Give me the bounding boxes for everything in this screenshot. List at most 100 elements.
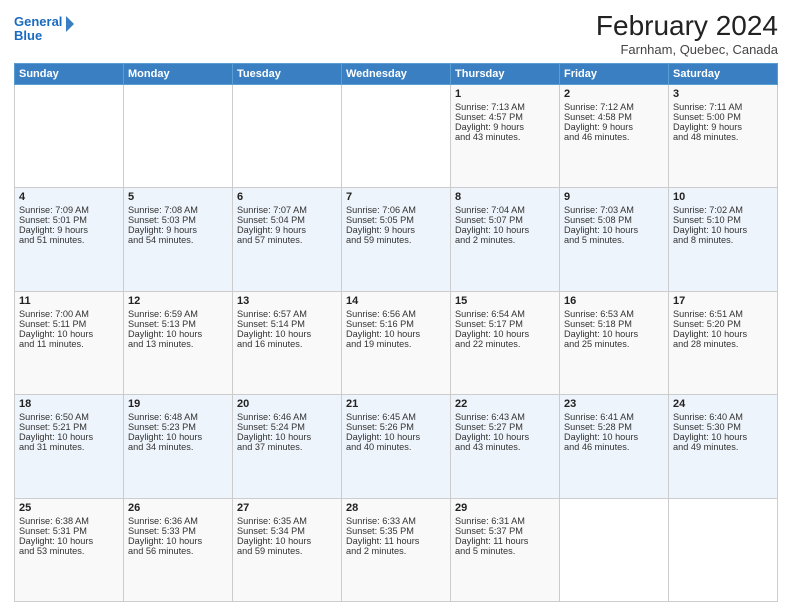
calendar-cell: 3Sunrise: 7:11 AMSunset: 5:00 PMDaylight… bbox=[669, 85, 778, 188]
weekday-header: Monday bbox=[124, 64, 233, 85]
cell-text: Sunset: 4:58 PM bbox=[564, 112, 664, 122]
calendar-cell: 29Sunrise: 6:31 AMSunset: 5:37 PMDayligh… bbox=[451, 498, 560, 601]
day-number: 24 bbox=[673, 398, 773, 410]
cell-text: Daylight: 9 hours bbox=[673, 122, 773, 132]
calendar-cell: 6Sunrise: 7:07 AMSunset: 5:04 PMDaylight… bbox=[233, 188, 342, 291]
cell-text: Sunrise: 6:33 AM bbox=[346, 516, 446, 526]
cell-text: Sunset: 5:18 PM bbox=[564, 319, 664, 329]
cell-text: Sunset: 5:10 PM bbox=[673, 215, 773, 225]
cell-text: Daylight: 9 hours bbox=[346, 225, 446, 235]
calendar-cell: 16Sunrise: 6:53 AMSunset: 5:18 PMDayligh… bbox=[560, 291, 669, 394]
cell-text: and 53 minutes. bbox=[19, 546, 119, 556]
cell-text: Sunrise: 6:43 AM bbox=[455, 412, 555, 422]
calendar-cell: 22Sunrise: 6:43 AMSunset: 5:27 PMDayligh… bbox=[451, 395, 560, 498]
cell-text: and 2 minutes. bbox=[455, 235, 555, 245]
day-number: 13 bbox=[237, 295, 337, 307]
cell-text: and 46 minutes. bbox=[564, 442, 664, 452]
weekday-header: Saturday bbox=[669, 64, 778, 85]
cell-text: Daylight: 10 hours bbox=[237, 536, 337, 546]
day-number: 25 bbox=[19, 502, 119, 514]
cell-text: Daylight: 11 hours bbox=[455, 536, 555, 546]
calendar-cell: 14Sunrise: 6:56 AMSunset: 5:16 PMDayligh… bbox=[342, 291, 451, 394]
svg-text:General: General bbox=[14, 14, 62, 29]
cell-text: Sunset: 5:23 PM bbox=[128, 422, 228, 432]
cell-text: Sunset: 5:08 PM bbox=[564, 215, 664, 225]
cell-text: and 51 minutes. bbox=[19, 235, 119, 245]
cell-text: Sunrise: 7:04 AM bbox=[455, 205, 555, 215]
day-number: 4 bbox=[19, 191, 119, 203]
cell-text: Daylight: 10 hours bbox=[673, 329, 773, 339]
cell-text: and 11 minutes. bbox=[19, 339, 119, 349]
weekday-header: Wednesday bbox=[342, 64, 451, 85]
cell-text: and 46 minutes. bbox=[564, 132, 664, 142]
cell-text: Sunrise: 7:02 AM bbox=[673, 205, 773, 215]
cell-text: Sunrise: 6:54 AM bbox=[455, 309, 555, 319]
cell-text: Sunrise: 7:08 AM bbox=[128, 205, 228, 215]
cell-text: Daylight: 10 hours bbox=[19, 329, 119, 339]
weekday-row: SundayMondayTuesdayWednesdayThursdayFrid… bbox=[15, 64, 778, 85]
cell-text: Sunset: 5:11 PM bbox=[19, 319, 119, 329]
cell-text: and 48 minutes. bbox=[673, 132, 773, 142]
day-number: 6 bbox=[237, 191, 337, 203]
calendar-cell: 9Sunrise: 7:03 AMSunset: 5:08 PMDaylight… bbox=[560, 188, 669, 291]
calendar-cell bbox=[342, 85, 451, 188]
calendar-cell bbox=[124, 85, 233, 188]
calendar-week-row: 4Sunrise: 7:09 AMSunset: 5:01 PMDaylight… bbox=[15, 188, 778, 291]
logo: General Blue bbox=[14, 10, 74, 46]
calendar-cell: 11Sunrise: 7:00 AMSunset: 5:11 PMDayligh… bbox=[15, 291, 124, 394]
cell-text: Sunrise: 7:12 AM bbox=[564, 102, 664, 112]
cell-text: Sunset: 5:03 PM bbox=[128, 215, 228, 225]
cell-text: Sunset: 5:14 PM bbox=[237, 319, 337, 329]
cell-text: Daylight: 9 hours bbox=[128, 225, 228, 235]
cell-text: and 31 minutes. bbox=[19, 442, 119, 452]
header: General Blue February 2024 Farnham, Queb… bbox=[14, 10, 778, 57]
cell-text: Sunrise: 7:03 AM bbox=[564, 205, 664, 215]
cell-text: Sunset: 5:31 PM bbox=[19, 526, 119, 536]
sub-title: Farnham, Quebec, Canada bbox=[596, 42, 778, 57]
cell-text: Sunrise: 7:09 AM bbox=[19, 205, 119, 215]
calendar-cell bbox=[15, 85, 124, 188]
calendar-cell: 15Sunrise: 6:54 AMSunset: 5:17 PMDayligh… bbox=[451, 291, 560, 394]
day-number: 18 bbox=[19, 398, 119, 410]
cell-text: Sunset: 5:07 PM bbox=[455, 215, 555, 225]
cell-text: and 40 minutes. bbox=[346, 442, 446, 452]
cell-text: Sunset: 4:57 PM bbox=[455, 112, 555, 122]
cell-text: Sunrise: 6:40 AM bbox=[673, 412, 773, 422]
day-number: 10 bbox=[673, 191, 773, 203]
cell-text: Sunrise: 6:50 AM bbox=[19, 412, 119, 422]
cell-text: Daylight: 10 hours bbox=[455, 225, 555, 235]
cell-text: Daylight: 11 hours bbox=[346, 536, 446, 546]
cell-text: Sunrise: 6:36 AM bbox=[128, 516, 228, 526]
calendar-cell: 8 Sunrise: 7:04 AMSunset: 5:07 PMDaylight… bbox=[451, 188, 560, 291]
day-number: 29 bbox=[455, 502, 555, 514]
calendar-week-row: 18Sunrise: 6:50 AMSunset: 5:21 PMDayligh… bbox=[15, 395, 778, 498]
day-number: 3 bbox=[673, 88, 773, 100]
cell-text: Daylight: 10 hours bbox=[128, 536, 228, 546]
cell-text: Sunrise: 6:41 AM bbox=[564, 412, 664, 422]
cell-text: Daylight: 10 hours bbox=[673, 432, 773, 442]
cell-text: Sunrise: 6:45 AM bbox=[346, 412, 446, 422]
calendar-cell: 5Sunrise: 7:08 AMSunset: 5:03 PMDaylight… bbox=[124, 188, 233, 291]
cell-text: Sunset: 5:30 PM bbox=[673, 422, 773, 432]
cell-text: Sunset: 5:34 PM bbox=[237, 526, 337, 536]
cell-text: and 16 minutes. bbox=[237, 339, 337, 349]
day-number: 8 bbox=[455, 191, 555, 203]
cell-text: Daylight: 10 hours bbox=[346, 329, 446, 339]
cell-text: Sunrise: 6:53 AM bbox=[564, 309, 664, 319]
weekday-header: Friday bbox=[560, 64, 669, 85]
cell-text: Sunset: 5:35 PM bbox=[346, 526, 446, 536]
page: General Blue February 2024 Farnham, Queb… bbox=[0, 0, 792, 612]
day-number: 17 bbox=[673, 295, 773, 307]
cell-text: and 5 minutes. bbox=[564, 235, 664, 245]
calendar-cell: 7Sunrise: 7:06 AMSunset: 5:05 PMDaylight… bbox=[342, 188, 451, 291]
day-number: 20 bbox=[237, 398, 337, 410]
main-title: February 2024 bbox=[596, 10, 778, 42]
day-number: 9 bbox=[564, 191, 664, 203]
svg-text:Blue: Blue bbox=[14, 28, 42, 43]
day-number: 14 bbox=[346, 295, 446, 307]
calendar-cell: 17Sunrise: 6:51 AMSunset: 5:20 PMDayligh… bbox=[669, 291, 778, 394]
calendar-cell: 13Sunrise: 6:57 AMSunset: 5:14 PMDayligh… bbox=[233, 291, 342, 394]
calendar-week-row: 25Sunrise: 6:38 AMSunset: 5:31 PMDayligh… bbox=[15, 498, 778, 601]
weekday-header: Tuesday bbox=[233, 64, 342, 85]
cell-text: and 49 minutes. bbox=[673, 442, 773, 452]
